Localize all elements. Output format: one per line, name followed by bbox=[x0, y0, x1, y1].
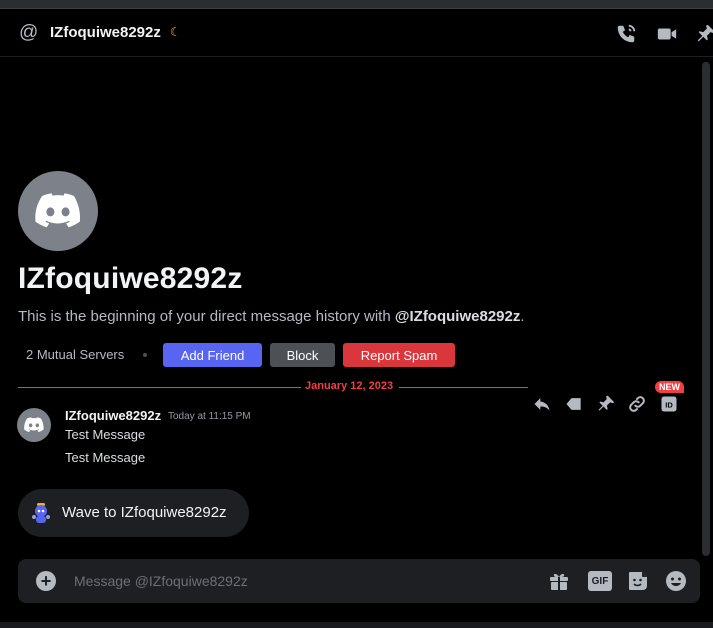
svg-text:ID: ID bbox=[665, 400, 673, 409]
message-timestamp: Today at 11:15 PM bbox=[168, 411, 251, 422]
message-content: Test Message bbox=[65, 450, 146, 465]
window-bottom-strip bbox=[0, 622, 713, 628]
mutual-servers-link[interactable]: 2 Mutual Servers bbox=[26, 347, 124, 362]
gift-icon[interactable] bbox=[547, 569, 571, 593]
pin-message-icon[interactable] bbox=[596, 394, 616, 414]
discord-logo-icon bbox=[24, 417, 44, 433]
profile-avatar[interactable] bbox=[18, 171, 98, 251]
report-spam-button[interactable]: Report Spam bbox=[343, 343, 455, 367]
channel-header: @ IZfoquiwe8292z ☾ bbox=[0, 9, 713, 57]
intro-suffix: . bbox=[520, 308, 525, 325]
add-friend-button[interactable]: Add Friend bbox=[163, 343, 262, 367]
wave-button[interactable]: Wave to IZfoquiwe8292z bbox=[18, 489, 249, 537]
moon-idle-icon: ☾ bbox=[170, 25, 181, 39]
date-divider-line-left bbox=[18, 387, 301, 388]
video-call-icon[interactable] bbox=[656, 23, 678, 45]
reply-icon[interactable] bbox=[532, 394, 552, 414]
wumpus-wave-icon bbox=[32, 503, 50, 523]
window-top-strip bbox=[0, 0, 713, 9]
intro-handle: @IZfoquiwe8292z bbox=[394, 308, 521, 325]
phone-call-icon[interactable] bbox=[615, 23, 637, 45]
block-button[interactable]: Block bbox=[270, 343, 335, 367]
header-title[interactable]: IZfoquiwe8292z bbox=[50, 24, 161, 41]
date-divider-line-right bbox=[399, 387, 528, 388]
gif-icon[interactable]: GIF bbox=[588, 571, 612, 591]
copy-link-icon[interactable] bbox=[627, 394, 647, 414]
new-feature-badge: NEW bbox=[655, 381, 684, 393]
message-author-avatar[interactable] bbox=[17, 408, 51, 442]
scrollbar-thumb[interactable] bbox=[702, 62, 710, 556]
date-divider-label: January 12, 2023 bbox=[301, 380, 398, 392]
wave-button-label: Wave to IZfoquiwe8292z bbox=[62, 504, 227, 521]
separator-dot bbox=[143, 353, 147, 357]
sticker-icon[interactable] bbox=[626, 569, 650, 593]
profile-name: IZfoquiwe8292z bbox=[18, 262, 243, 295]
emoji-icon[interactable] bbox=[664, 569, 688, 593]
dm-intro-text: This is the beginning of your direct mes… bbox=[18, 308, 525, 325]
message-content: Test Message bbox=[65, 427, 146, 442]
mark-unread-icon[interactable] bbox=[564, 394, 584, 414]
message-author-name[interactable]: IZfoquiwe8292z bbox=[65, 408, 161, 423]
intro-prefix: This is the beginning of your direct mes… bbox=[18, 308, 395, 325]
message-composer[interactable]: + Message @IZfoquiwe8292z GIF bbox=[18, 559, 700, 603]
add-attachment-icon[interactable]: + bbox=[36, 571, 56, 591]
pin-icon[interactable] bbox=[695, 23, 713, 45]
message-input[interactable]: Message @IZfoquiwe8292z bbox=[74, 573, 248, 589]
discord-logo-icon bbox=[35, 193, 81, 228]
at-sign-icon: @ bbox=[19, 22, 39, 43]
copy-id-icon[interactable]: ID bbox=[659, 394, 679, 414]
